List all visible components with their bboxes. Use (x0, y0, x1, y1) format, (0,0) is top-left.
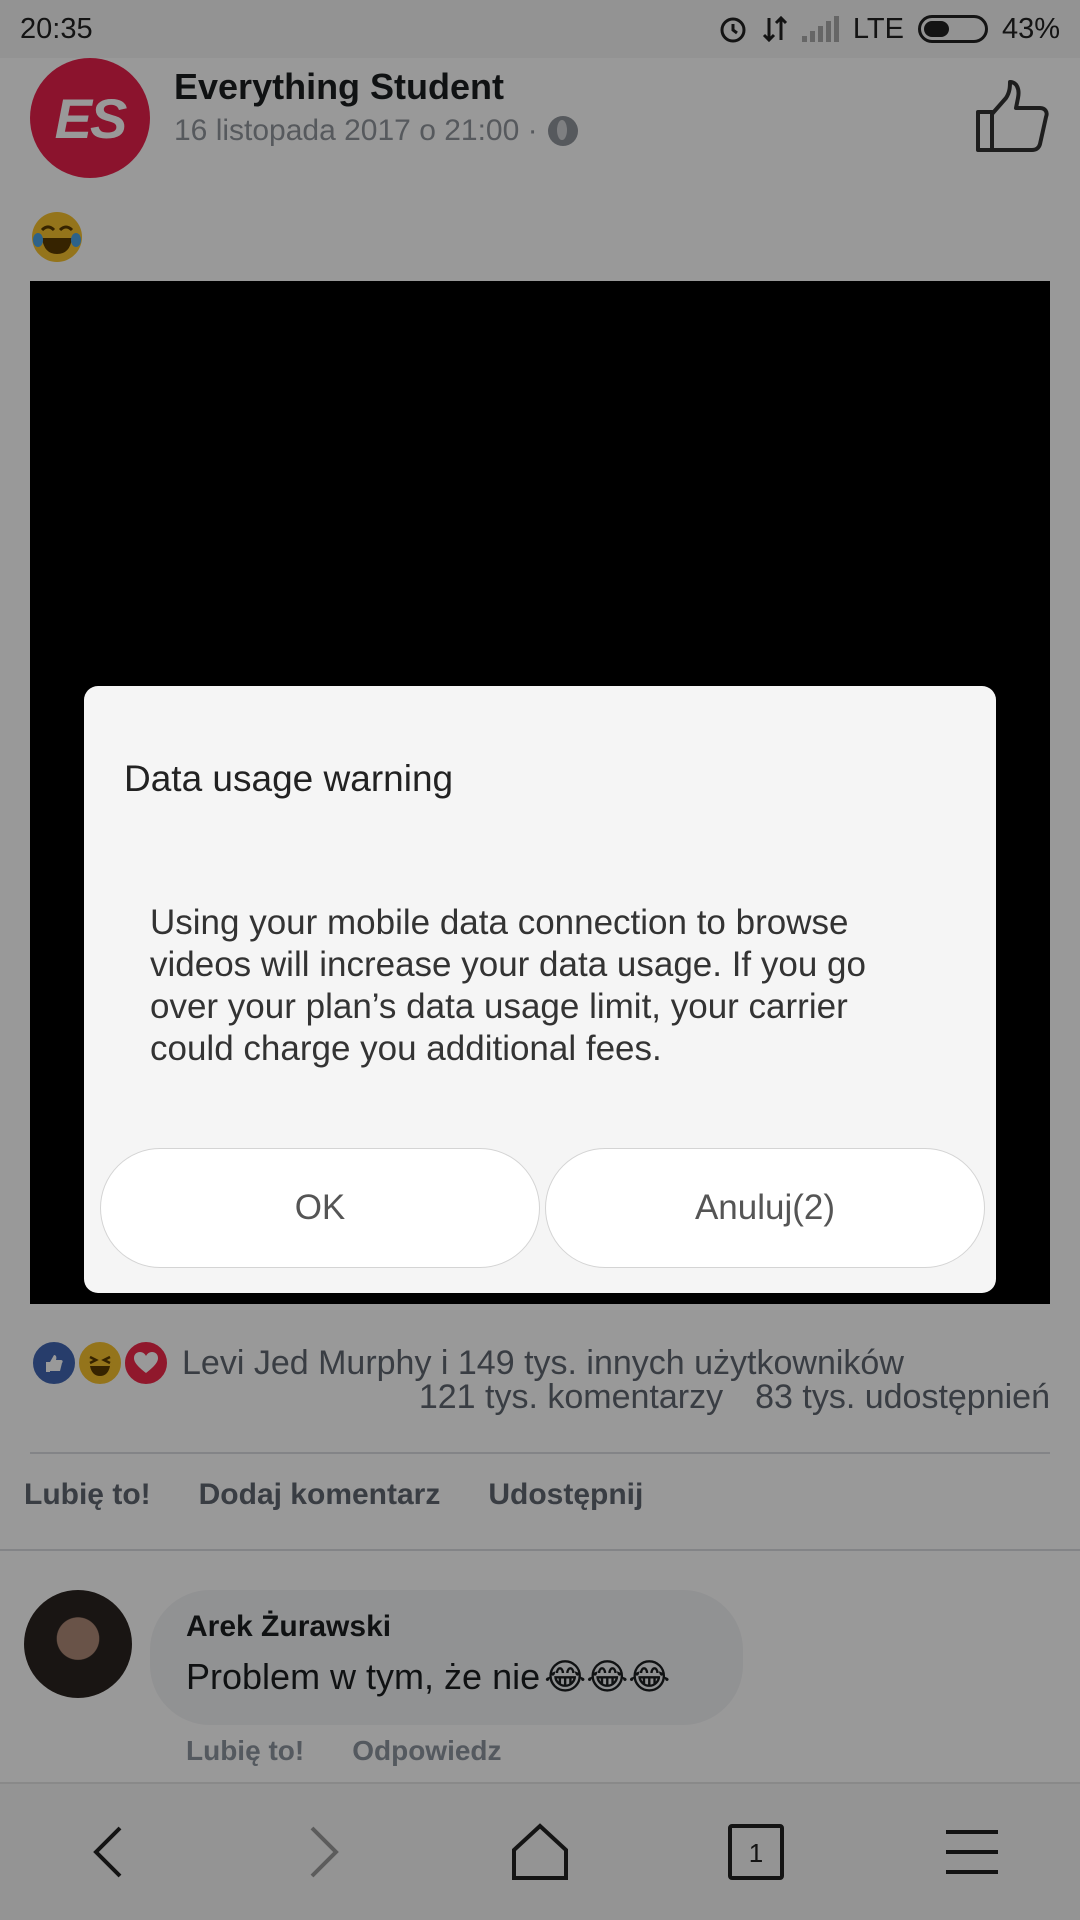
cancel-button[interactable]: Anuluj(2) (545, 1148, 985, 1268)
dialog-message: Using your mobile data connection to bro… (150, 903, 866, 1068)
data-usage-dialog: Data usage warning Using your mobile dat… (84, 686, 996, 1293)
ok-button[interactable]: OK (100, 1148, 540, 1268)
dialog-title: Data usage warning (124, 758, 454, 799)
